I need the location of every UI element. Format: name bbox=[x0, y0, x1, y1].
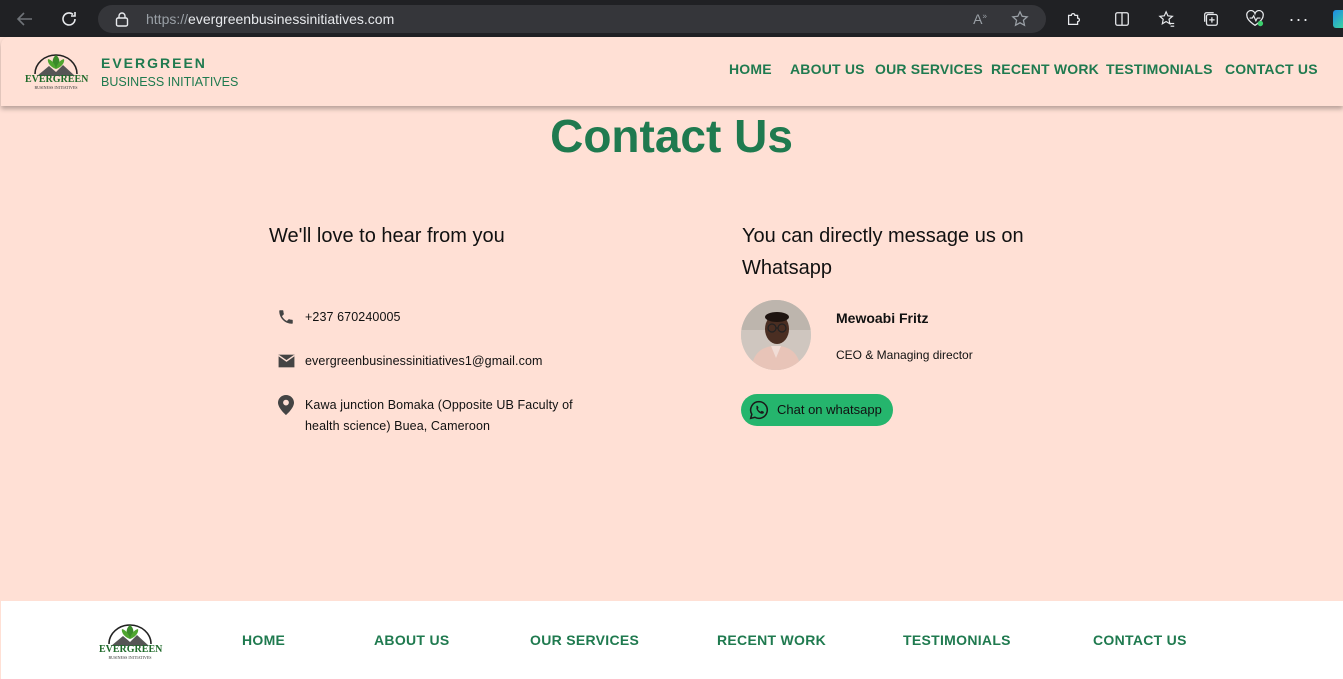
nav-recent-work[interactable]: RECENT WORK bbox=[991, 61, 1099, 77]
person-name: Mewoabi Fritz bbox=[836, 310, 929, 326]
extensions-button[interactable] bbox=[1062, 7, 1086, 31]
browser-essentials-button[interactable] bbox=[1243, 7, 1267, 31]
url-text: https://evergreenbusinessinitiatives.com bbox=[146, 11, 395, 27]
collections-icon bbox=[1204, 12, 1218, 26]
contact-address[interactable]: Kawa junction Bomaka (Opposite UB Facult… bbox=[276, 395, 573, 437]
back-button[interactable] bbox=[12, 6, 38, 32]
star-icon bbox=[1011, 10, 1029, 27]
footer-nav-our-services[interactable]: OUR SERVICES bbox=[530, 632, 639, 648]
footer-nav-home[interactable]: HOME bbox=[242, 632, 285, 648]
address-line-2: health science) Buea, Cameroon bbox=[305, 419, 491, 433]
phone-icon bbox=[276, 307, 296, 327]
footer-logo[interactable]: EVERGREEN BUSINESS INITIATIVES bbox=[99, 620, 163, 662]
phone-number: +237 670240005 bbox=[305, 310, 401, 324]
site-logo[interactable]: EVERGREEN BUSINESS INITIATIVES bbox=[25, 50, 89, 92]
footer-logo-text: EVERGREEN bbox=[99, 644, 163, 655]
location-pin-icon bbox=[276, 395, 296, 415]
page-title: Contact Us bbox=[550, 110, 793, 162]
avatar bbox=[741, 300, 811, 370]
favorites-button[interactable] bbox=[1155, 7, 1179, 31]
browser-toolbar: https://evergreenbusinessinitiatives.com… bbox=[0, 0, 1343, 37]
email-address: evergreenbusinessinitiatives1@gmail.com bbox=[305, 354, 543, 368]
nav-testimonials[interactable]: TESTIMONIALS bbox=[1106, 61, 1213, 77]
split-screen-icon bbox=[1115, 12, 1129, 26]
heart-pulse-icon bbox=[1246, 10, 1264, 27]
refresh-icon bbox=[62, 12, 76, 26]
refresh-button[interactable] bbox=[56, 6, 82, 32]
chat-on-whatsapp-button[interactable]: Chat on whatsapp bbox=[741, 394, 893, 426]
footer-nav-testimonials[interactable]: TESTIMONIALS bbox=[903, 632, 1011, 648]
site-footer: EVERGREEN BUSINESS INITIATIVES HOME ABOU… bbox=[1, 601, 1343, 679]
site-header: EVERGREEN BUSINESS INITIATIVES EVERGREEN… bbox=[1, 37, 1343, 106]
favorites-icon bbox=[1158, 10, 1175, 27]
nav-contact-us[interactable]: CONTACT US bbox=[1225, 61, 1318, 77]
puzzle-icon bbox=[1067, 12, 1081, 26]
brand-name[interactable]: EVERGREEN bbox=[101, 55, 207, 71]
footer-nav-recent-work[interactable]: RECENT WORK bbox=[717, 632, 826, 648]
logo-subtext: BUSINESS INITIATIVES bbox=[34, 85, 78, 90]
favorite-button[interactable] bbox=[1008, 7, 1032, 31]
address-line-1: Kawa junction Bomaka (Opposite UB Facult… bbox=[305, 398, 573, 412]
left-heading: We'll love to hear from you bbox=[269, 225, 505, 247]
brand-subtitle[interactable]: BUSINESS INITIATIVES bbox=[101, 75, 238, 89]
footer-nav-about-us[interactable]: ABOUT US bbox=[374, 632, 450, 648]
nav-about-us[interactable]: ABOUT US bbox=[790, 61, 865, 77]
whatsapp-icon bbox=[749, 400, 768, 420]
copilot-icon[interactable] bbox=[1333, 10, 1343, 28]
right-heading-line-1: You can directly message us on bbox=[742, 225, 1024, 247]
lock-icon bbox=[115, 12, 129, 27]
back-arrow-icon bbox=[16, 12, 32, 26]
address-text: Kawa junction Bomaka (Opposite UB Facult… bbox=[305, 395, 573, 437]
right-heading: You can directly message us on Whatsapp bbox=[742, 220, 1024, 284]
email-icon bbox=[276, 351, 296, 371]
read-aloud-button[interactable]: A» bbox=[968, 7, 992, 31]
contact-email[interactable]: evergreenbusinessinitiatives1@gmail.com bbox=[276, 351, 543, 372]
person-role: CEO & Managing director bbox=[836, 348, 973, 362]
read-aloud-icon: A» bbox=[973, 11, 987, 27]
address-bar[interactable]: https://evergreenbusinessinitiatives.com… bbox=[98, 5, 1046, 33]
person-photo bbox=[741, 300, 811, 370]
footer-nav-contact-us[interactable]: CONTACT US bbox=[1093, 632, 1187, 648]
nav-our-services[interactable]: OUR SERVICES bbox=[875, 61, 983, 77]
logo-text: EVERGREEN bbox=[25, 74, 89, 85]
right-heading-line-2: Whatsapp bbox=[742, 257, 833, 279]
contact-phone[interactable]: +237 670240005 bbox=[276, 307, 401, 328]
more-options-button[interactable]: ··· bbox=[1287, 7, 1311, 31]
footer-logo-subtext: BUSINESS INITIATIVES bbox=[108, 655, 152, 660]
collections-button[interactable] bbox=[1199, 7, 1223, 31]
whatsapp-button-label: Chat on whatsapp bbox=[777, 402, 882, 417]
split-screen-button[interactable] bbox=[1110, 7, 1134, 31]
nav-home[interactable]: HOME bbox=[729, 61, 772, 77]
more-icon: ··· bbox=[1288, 8, 1310, 29]
